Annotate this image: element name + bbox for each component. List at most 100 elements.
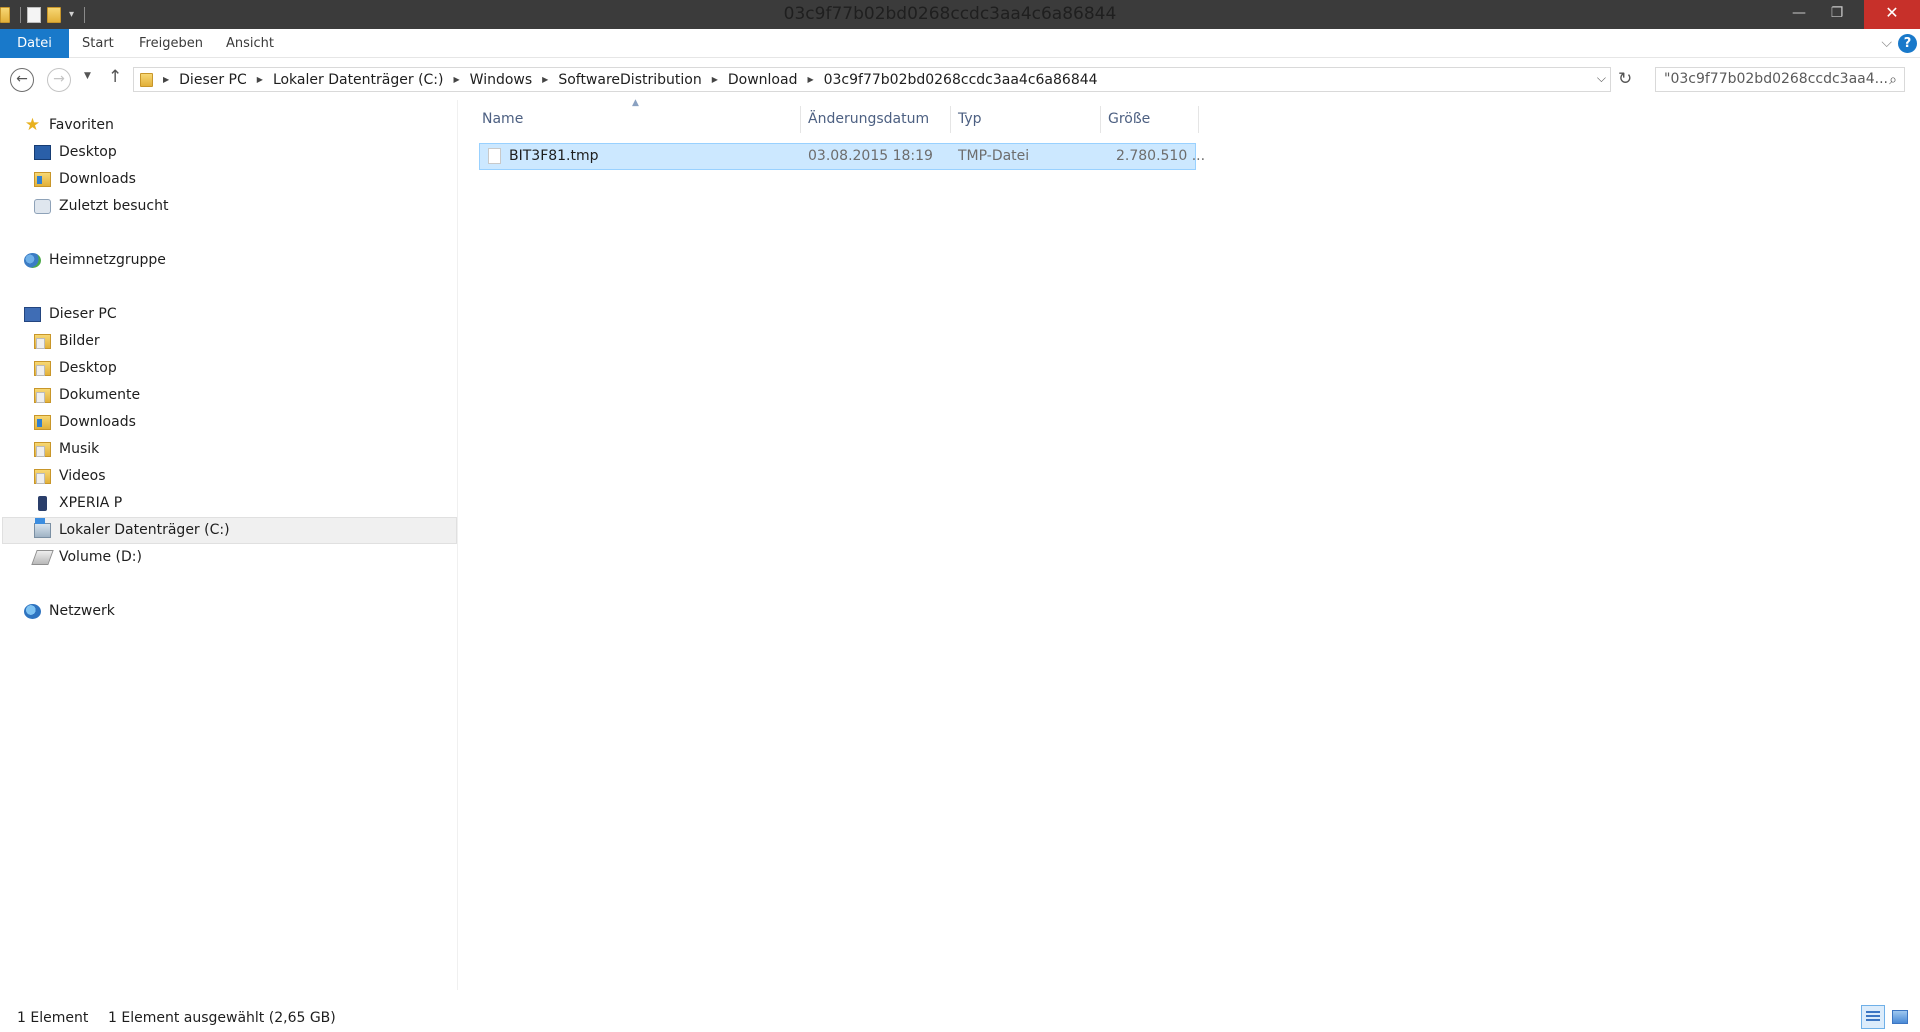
phone-icon: [38, 496, 47, 511]
file-size: 2.780.510 ...: [1116, 148, 1206, 164]
sidebar-item-bilder[interactable]: Bilder: [34, 328, 100, 355]
sidebar-item-volume-d[interactable]: Volume (D:): [31, 544, 142, 571]
column-divider[interactable]: [1100, 106, 1101, 133]
local-drive-icon: [34, 518, 51, 538]
window-controls: — ❐ ✕: [1780, 0, 1920, 29]
tab-freigeben[interactable]: Freigeben: [129, 29, 213, 58]
tab-datei[interactable]: Datei: [0, 29, 69, 58]
help-icon[interactable]: ?: [1898, 34, 1917, 53]
column-divider[interactable]: [950, 106, 951, 133]
file-type: TMP-Datei: [958, 148, 1030, 164]
address-dropdown-icon[interactable]: ⌵: [1597, 71, 1606, 86]
network-icon: [24, 604, 41, 619]
maximize-button[interactable]: ❐: [1818, 0, 1856, 29]
breadcrumb-separator[interactable]: ▶: [712, 75, 718, 84]
breadcrumb-local-drive[interactable]: Lokaler Datenträger (C:): [273, 72, 444, 88]
sort-ascending-icon: ▲: [632, 98, 639, 108]
sidebar-item-label: Downloads: [59, 414, 136, 430]
column-header-type[interactable]: Typ: [958, 108, 1100, 130]
back-button[interactable]: ←: [10, 68, 34, 92]
navigation-pane: ★ Favoriten Desktop Downloads Zuletzt be…: [0, 100, 458, 990]
sidebar-item-label: Heimnetzgruppe: [49, 252, 166, 268]
sidebar-item-musik[interactable]: Musik: [34, 436, 99, 463]
star-icon: ★: [24, 115, 41, 135]
sidebar-item-label: Zuletzt besucht: [59, 198, 169, 214]
forward-button[interactable]: →: [47, 68, 71, 92]
breadcrumb-separator[interactable]: ▶: [257, 75, 263, 84]
videos-folder-icon: [34, 469, 51, 484]
sidebar-item-label: Dokumente: [59, 387, 141, 403]
search-input[interactable]: "03c9f77b02bd0268ccdc3aa4... ⌕: [1655, 67, 1905, 92]
tab-start[interactable]: Start: [72, 29, 124, 58]
breadcrumb-softwaredistribution[interactable]: SoftwareDistribution: [558, 72, 701, 88]
up-button[interactable]: ↑: [108, 67, 122, 87]
close-button[interactable]: ✕: [1864, 0, 1920, 29]
breadcrumb-windows[interactable]: Windows: [470, 72, 533, 88]
sidebar-item-videos[interactable]: Videos: [34, 463, 106, 490]
recent-locations-button[interactable]: ▼: [84, 71, 91, 81]
file-name: BIT3F81.tmp: [509, 148, 599, 164]
address-bar[interactable]: ▶ Dieser PC ▶ Lokaler Datenträger (C:) ▶…: [133, 67, 1611, 92]
downloads-folder-icon: [34, 415, 51, 430]
sidebar-item-recent[interactable]: Zuletzt besucht: [34, 193, 168, 220]
breadcrumb-current-folder[interactable]: 03c9f77b02bd0268ccdc3aa4c6a86844: [824, 72, 1098, 88]
sidebar-item-label: Dieser PC: [49, 306, 117, 322]
table-row[interactable]: BIT3F81.tmp 03.08.2015 18:19 TMP-Datei 2…: [479, 143, 1205, 170]
tab-ansicht[interactable]: Ansicht: [216, 29, 284, 58]
minimize-button[interactable]: —: [1780, 0, 1818, 29]
navigation-bar: ← → ▼ ↑ ▶ Dieser PC ▶ Lokaler Datenträge…: [0, 58, 1920, 100]
desktop-folder-icon: [34, 361, 51, 376]
sidebar-item-desktop[interactable]: Desktop: [34, 139, 117, 166]
recent-places-icon: [34, 199, 51, 214]
sidebar-item-downloads[interactable]: Downloads: [34, 166, 136, 193]
sidebar-item-label: Downloads: [59, 171, 136, 187]
file-modified: 03.08.2015 18:19: [808, 148, 933, 164]
column-divider[interactable]: [800, 106, 801, 133]
breadcrumb-download[interactable]: Download: [728, 72, 798, 88]
sidebar-item-favorites[interactable]: ★ Favoriten: [24, 112, 114, 139]
music-folder-icon: [34, 442, 51, 457]
documents-folder-icon: [34, 388, 51, 403]
desktop-icon: [34, 145, 51, 160]
title-bar: ▾ 03c9f77b02bd0268ccdc3aa4c6a86844 — ❐ ✕: [0, 0, 1920, 29]
computer-icon: [24, 307, 41, 322]
sidebar-item-label: Desktop: [59, 360, 117, 376]
sidebar-item-xperia[interactable]: XPERIA P: [34, 490, 122, 517]
sidebar-item-label: Musik: [59, 441, 100, 457]
sidebar-item-local-drive[interactable]: Lokaler Datenträger (C:): [2, 517, 457, 544]
sidebar-item-homegroup[interactable]: Heimnetzgruppe: [24, 247, 166, 274]
sidebar-item-label: Favoriten: [49, 117, 114, 133]
folder-icon: [140, 72, 153, 87]
sidebar-item-label: Netzwerk: [49, 603, 115, 619]
breadcrumb-separator[interactable]: ▶: [454, 75, 460, 84]
sidebar-item-label: XPERIA P: [59, 495, 123, 511]
sidebar-item-this-pc[interactable]: Dieser PC: [24, 301, 117, 328]
refresh-button[interactable]: ↻: [1618, 69, 1632, 89]
large-icons-view-icon[interactable]: [1892, 1010, 1908, 1024]
sidebar-item-network[interactable]: Netzwerk: [24, 598, 115, 625]
pictures-folder-icon: [34, 334, 51, 349]
sidebar-item-label: Desktop: [59, 144, 117, 160]
selection-info: 1 Element ausgewählt (2,65 GB): [108, 1010, 336, 1026]
column-divider[interactable]: [1198, 106, 1199, 133]
sidebar-item-pc-downloads[interactable]: Downloads: [34, 409, 136, 436]
breadcrumb-dieser-pc[interactable]: Dieser PC: [179, 72, 247, 88]
status-bar: 1 Element 1 Element ausgewählt (2,65 GB): [0, 1005, 1920, 1032]
breadcrumb-separator[interactable]: ▶: [163, 75, 169, 84]
sidebar-item-dokumente[interactable]: Dokumente: [34, 382, 140, 409]
item-count: 1 Element: [17, 1010, 89, 1026]
ribbon-tabs: Datei Start Freigeben Ansicht ⌵ ?: [0, 29, 1920, 58]
column-header-modified[interactable]: Änderungsdatum: [808, 108, 950, 130]
breadcrumb-separator[interactable]: ▶: [807, 75, 813, 84]
file-icon: [488, 148, 501, 164]
homegroup-icon: [24, 253, 41, 268]
details-view-icon[interactable]: [1861, 1005, 1885, 1029]
search-icon[interactable]: ⌕: [1889, 69, 1897, 91]
column-header-name[interactable]: Name: [482, 108, 800, 130]
expand-ribbon-icon[interactable]: ⌵: [1881, 35, 1892, 51]
downloads-folder-icon: [34, 172, 51, 187]
sidebar-item-label: Lokaler Datenträger (C:): [59, 522, 230, 538]
column-header-size[interactable]: Größe: [1108, 108, 1198, 130]
breadcrumb-separator[interactable]: ▶: [542, 75, 548, 84]
sidebar-item-pc-desktop[interactable]: Desktop: [34, 355, 117, 382]
